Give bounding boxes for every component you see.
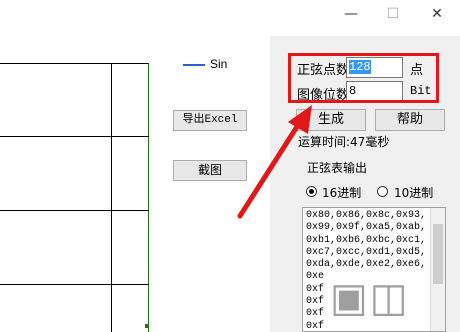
- table-line: 0xc7,0xcc,0xd1,0xd5,: [306, 246, 427, 258]
- grid-line: [0, 136, 149, 137]
- table-line: 0x80,0x86,0x8c,0x93,: [306, 210, 427, 221]
- annotation-arrow-icon: [237, 105, 312, 219]
- table-line: 0x99,0x9f,0xa5,0xab,: [306, 222, 427, 234]
- grid-line: [111, 63, 112, 332]
- minimize-button[interactable]: —: [328, 0, 374, 30]
- watermark-logo-icon: ▣◫: [330, 275, 410, 321]
- highlight-box: [288, 53, 439, 103]
- close-button[interactable]: ✕: [414, 0, 460, 30]
- sine-plot-area: [0, 63, 149, 332]
- table-line: 0xb1,0xb6,0xbc,0xc1,: [306, 234, 427, 246]
- legend-label: Sin: [210, 57, 228, 71]
- radio-hex10-label: 10进制: [394, 186, 434, 200]
- plot-end-marker: [145, 324, 149, 328]
- maximize-button[interactable]: ☐: [370, 0, 416, 30]
- grid-line: [0, 210, 149, 211]
- help-button[interactable]: 帮助: [375, 109, 445, 131]
- radio-hex16-label: 16进制: [322, 186, 362, 200]
- radio-hex10[interactable]: [377, 186, 388, 197]
- legend-line-icon: [183, 64, 205, 66]
- grid-line: [0, 284, 149, 285]
